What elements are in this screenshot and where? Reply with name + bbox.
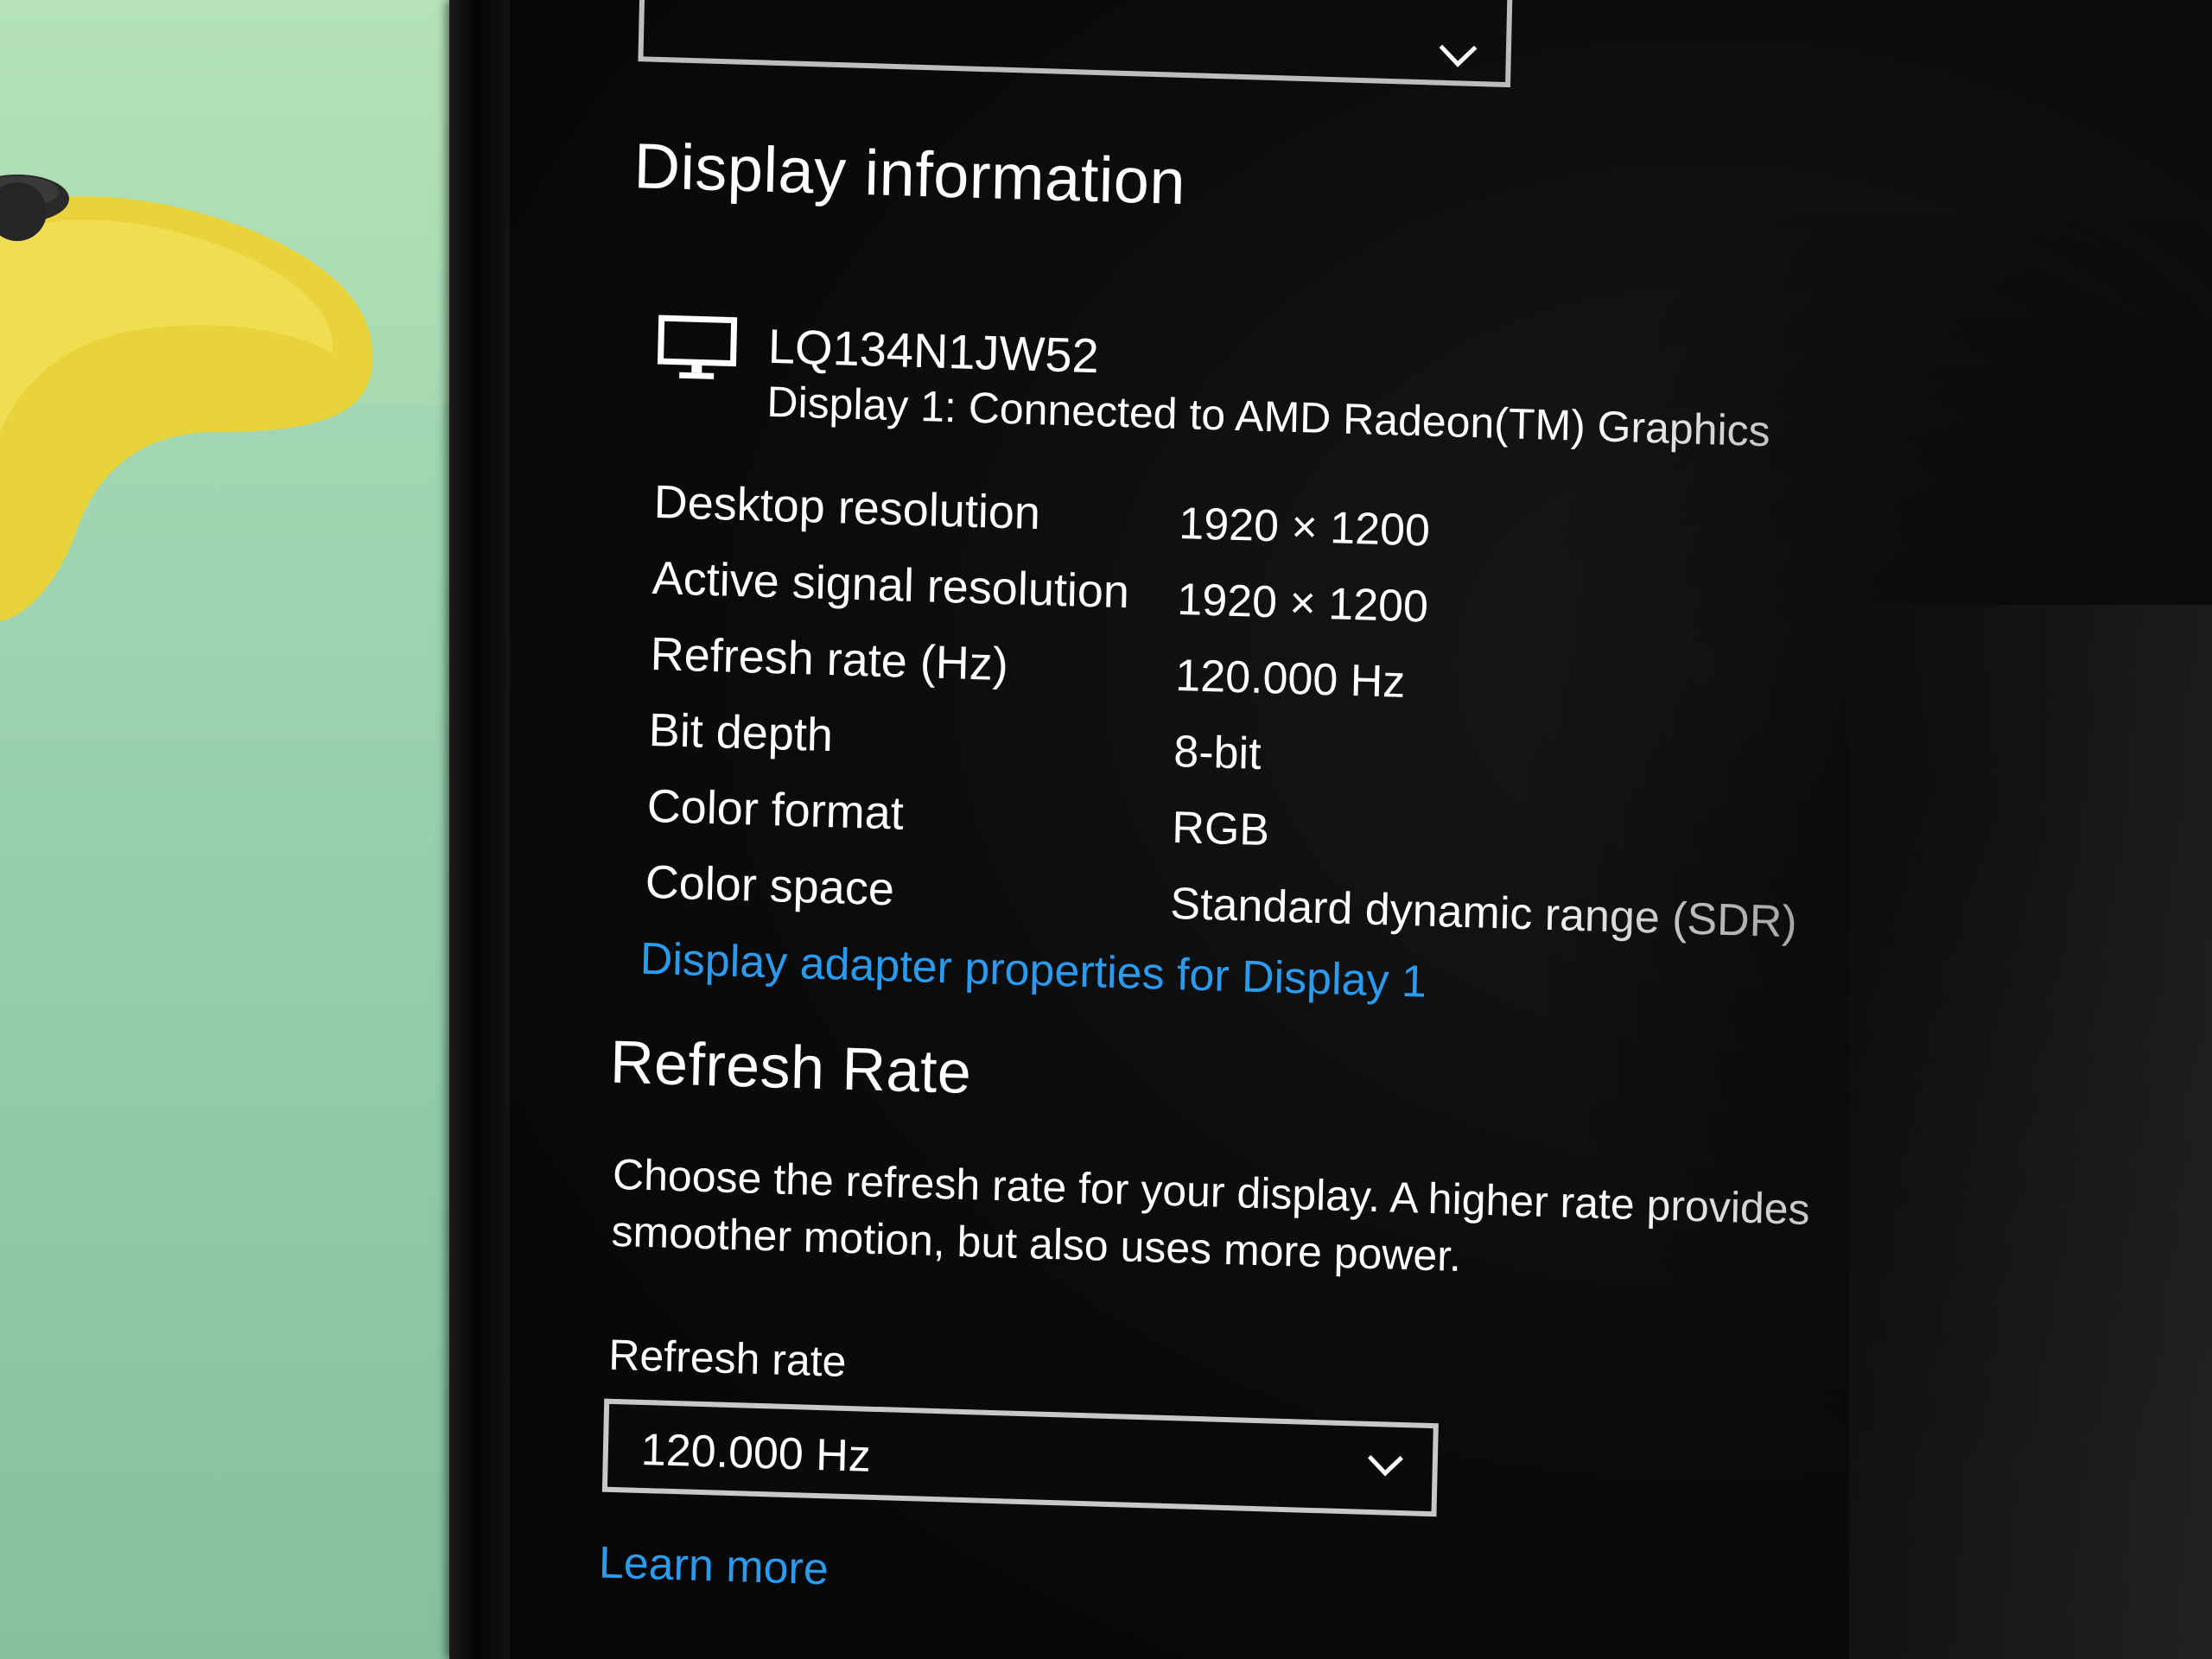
info-value: 1920 × 1200	[1176, 574, 1429, 632]
info-label: Color space	[645, 855, 895, 916]
learn-more-link[interactable]: Learn more	[598, 1537, 829, 1596]
info-label: Desktop resolution	[653, 475, 1041, 540]
info-value: 8-bit	[1173, 726, 1262, 779]
photo-scene: Display information LQ134N1JW52 Display …	[0, 0, 2212, 1659]
info-value: 120.000 Hz	[1174, 650, 1406, 708]
chevron-down-icon	[1367, 1440, 1403, 1477]
display-adapter-properties-link[interactable]: Display adapter properties for Display 1	[639, 933, 1427, 1008]
screen-glare	[1849, 605, 2212, 1659]
info-value: RGB	[1171, 802, 1270, 856]
laptop-screen: Display information LQ134N1JW52 Display …	[510, 0, 2212, 1659]
refresh-rate-dropdown[interactable]: 120.000 Hz	[601, 1398, 1439, 1517]
display-connection-subtitle: Display 1: Connected to AMD Radeon(TM) G…	[766, 377, 1771, 456]
display-information-title: Display information	[632, 130, 1187, 219]
info-value: 1920 × 1200	[1178, 498, 1431, 556]
game-controller-object	[0, 175, 373, 621]
info-label: Color format	[646, 779, 905, 840]
refresh-rate-title: Refresh Rate	[609, 1027, 973, 1107]
monitor-icon	[657, 315, 738, 379]
refresh-rate-field-label: Refresh rate	[607, 1330, 848, 1386]
refresh-rate-description: Choose the refresh rate for your display…	[611, 1149, 1811, 1281]
settings-display-page: Display information LQ134N1JW52 Display …	[567, 0, 1831, 1659]
info-label: Active signal resolution	[652, 551, 1130, 619]
info-label: Refresh rate (Hz)	[650, 627, 1009, 691]
refresh-rate-selected-value: 120.000 Hz	[640, 1424, 872, 1482]
info-label: Bit depth	[648, 703, 834, 762]
chevron-down-icon	[1439, 29, 1478, 67]
laptop-bezel	[449, 0, 510, 1659]
display-select-dropdown[interactable]	[638, 0, 1514, 88]
info-value: Standard dynamic range (SDR)	[1169, 878, 1798, 948]
display-model-name: LQ134N1JW52	[767, 318, 1100, 384]
